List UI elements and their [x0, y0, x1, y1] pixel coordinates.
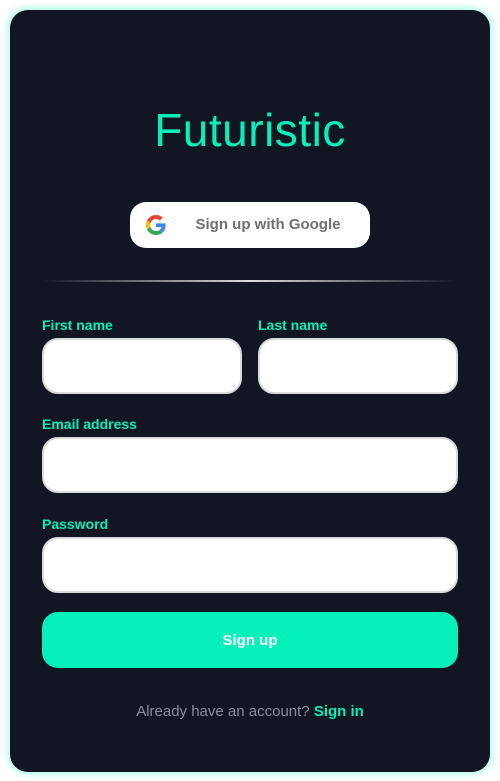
sign-in-link[interactable]: Sign in [314, 703, 364, 720]
password-field[interactable] [42, 537, 458, 593]
email-field[interactable] [42, 437, 458, 493]
password-label: Password [42, 516, 109, 532]
divider [42, 280, 458, 282]
footer: Already have an account? Sign in [10, 702, 490, 722]
app-title: Futuristic [154, 104, 346, 156]
footer-prompt: Already have an account? [136, 703, 314, 720]
first-name-field[interactable] [42, 338, 242, 394]
google-signup-label: Sign up with Google [195, 216, 341, 233]
email-label: Email address [42, 416, 137, 432]
last-name-label: Last name [258, 317, 328, 333]
last-name-field[interactable] [258, 338, 458, 394]
google-g-icon [146, 215, 166, 235]
sign-up-button[interactable]: Sign up [42, 612, 458, 668]
signup-card: Futuristic Sign up with Google First nam… [10, 10, 490, 772]
first-name-label: First name [42, 317, 113, 333]
google-signup-button[interactable]: Sign up with Google [130, 202, 370, 248]
